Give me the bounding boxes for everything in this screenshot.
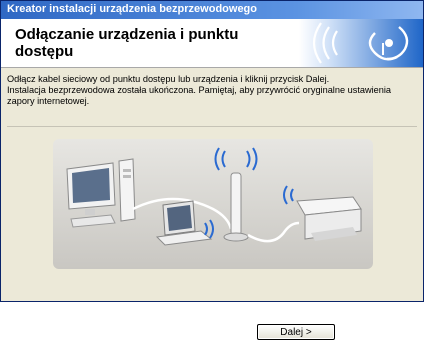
instruction-line-1: Odłącz kabel sieciowy od punktu dostępu … xyxy=(7,74,330,84)
installer-window: Kreator instalacji urządzenia bezprzewod… xyxy=(0,0,424,340)
wizard-body: Odłącz kabel sieciowy od punktu dostępu … xyxy=(1,68,423,340)
network-illustration xyxy=(53,139,373,269)
divider xyxy=(7,126,417,127)
wizard-header: Odłączanie urządzenia i punktu dostępu xyxy=(1,19,423,68)
printer-icon xyxy=(296,196,362,241)
instructions: Odłącz kabel sieciowy od punktu dostępu … xyxy=(7,74,419,107)
wireless-banner xyxy=(299,19,423,67)
next-button[interactable]: Dalej > xyxy=(257,324,335,340)
page-title: Odłączanie urządzenia i punktu dostępu xyxy=(15,26,239,60)
window-titlebar: Kreator instalacji urządzenia bezprzewod… xyxy=(1,1,423,19)
window-title: Kreator instalacji urządzenia bezprzewod… xyxy=(7,3,257,15)
instruction-line-2: Instalacja bezprzewodowa została ukończo… xyxy=(7,85,392,106)
